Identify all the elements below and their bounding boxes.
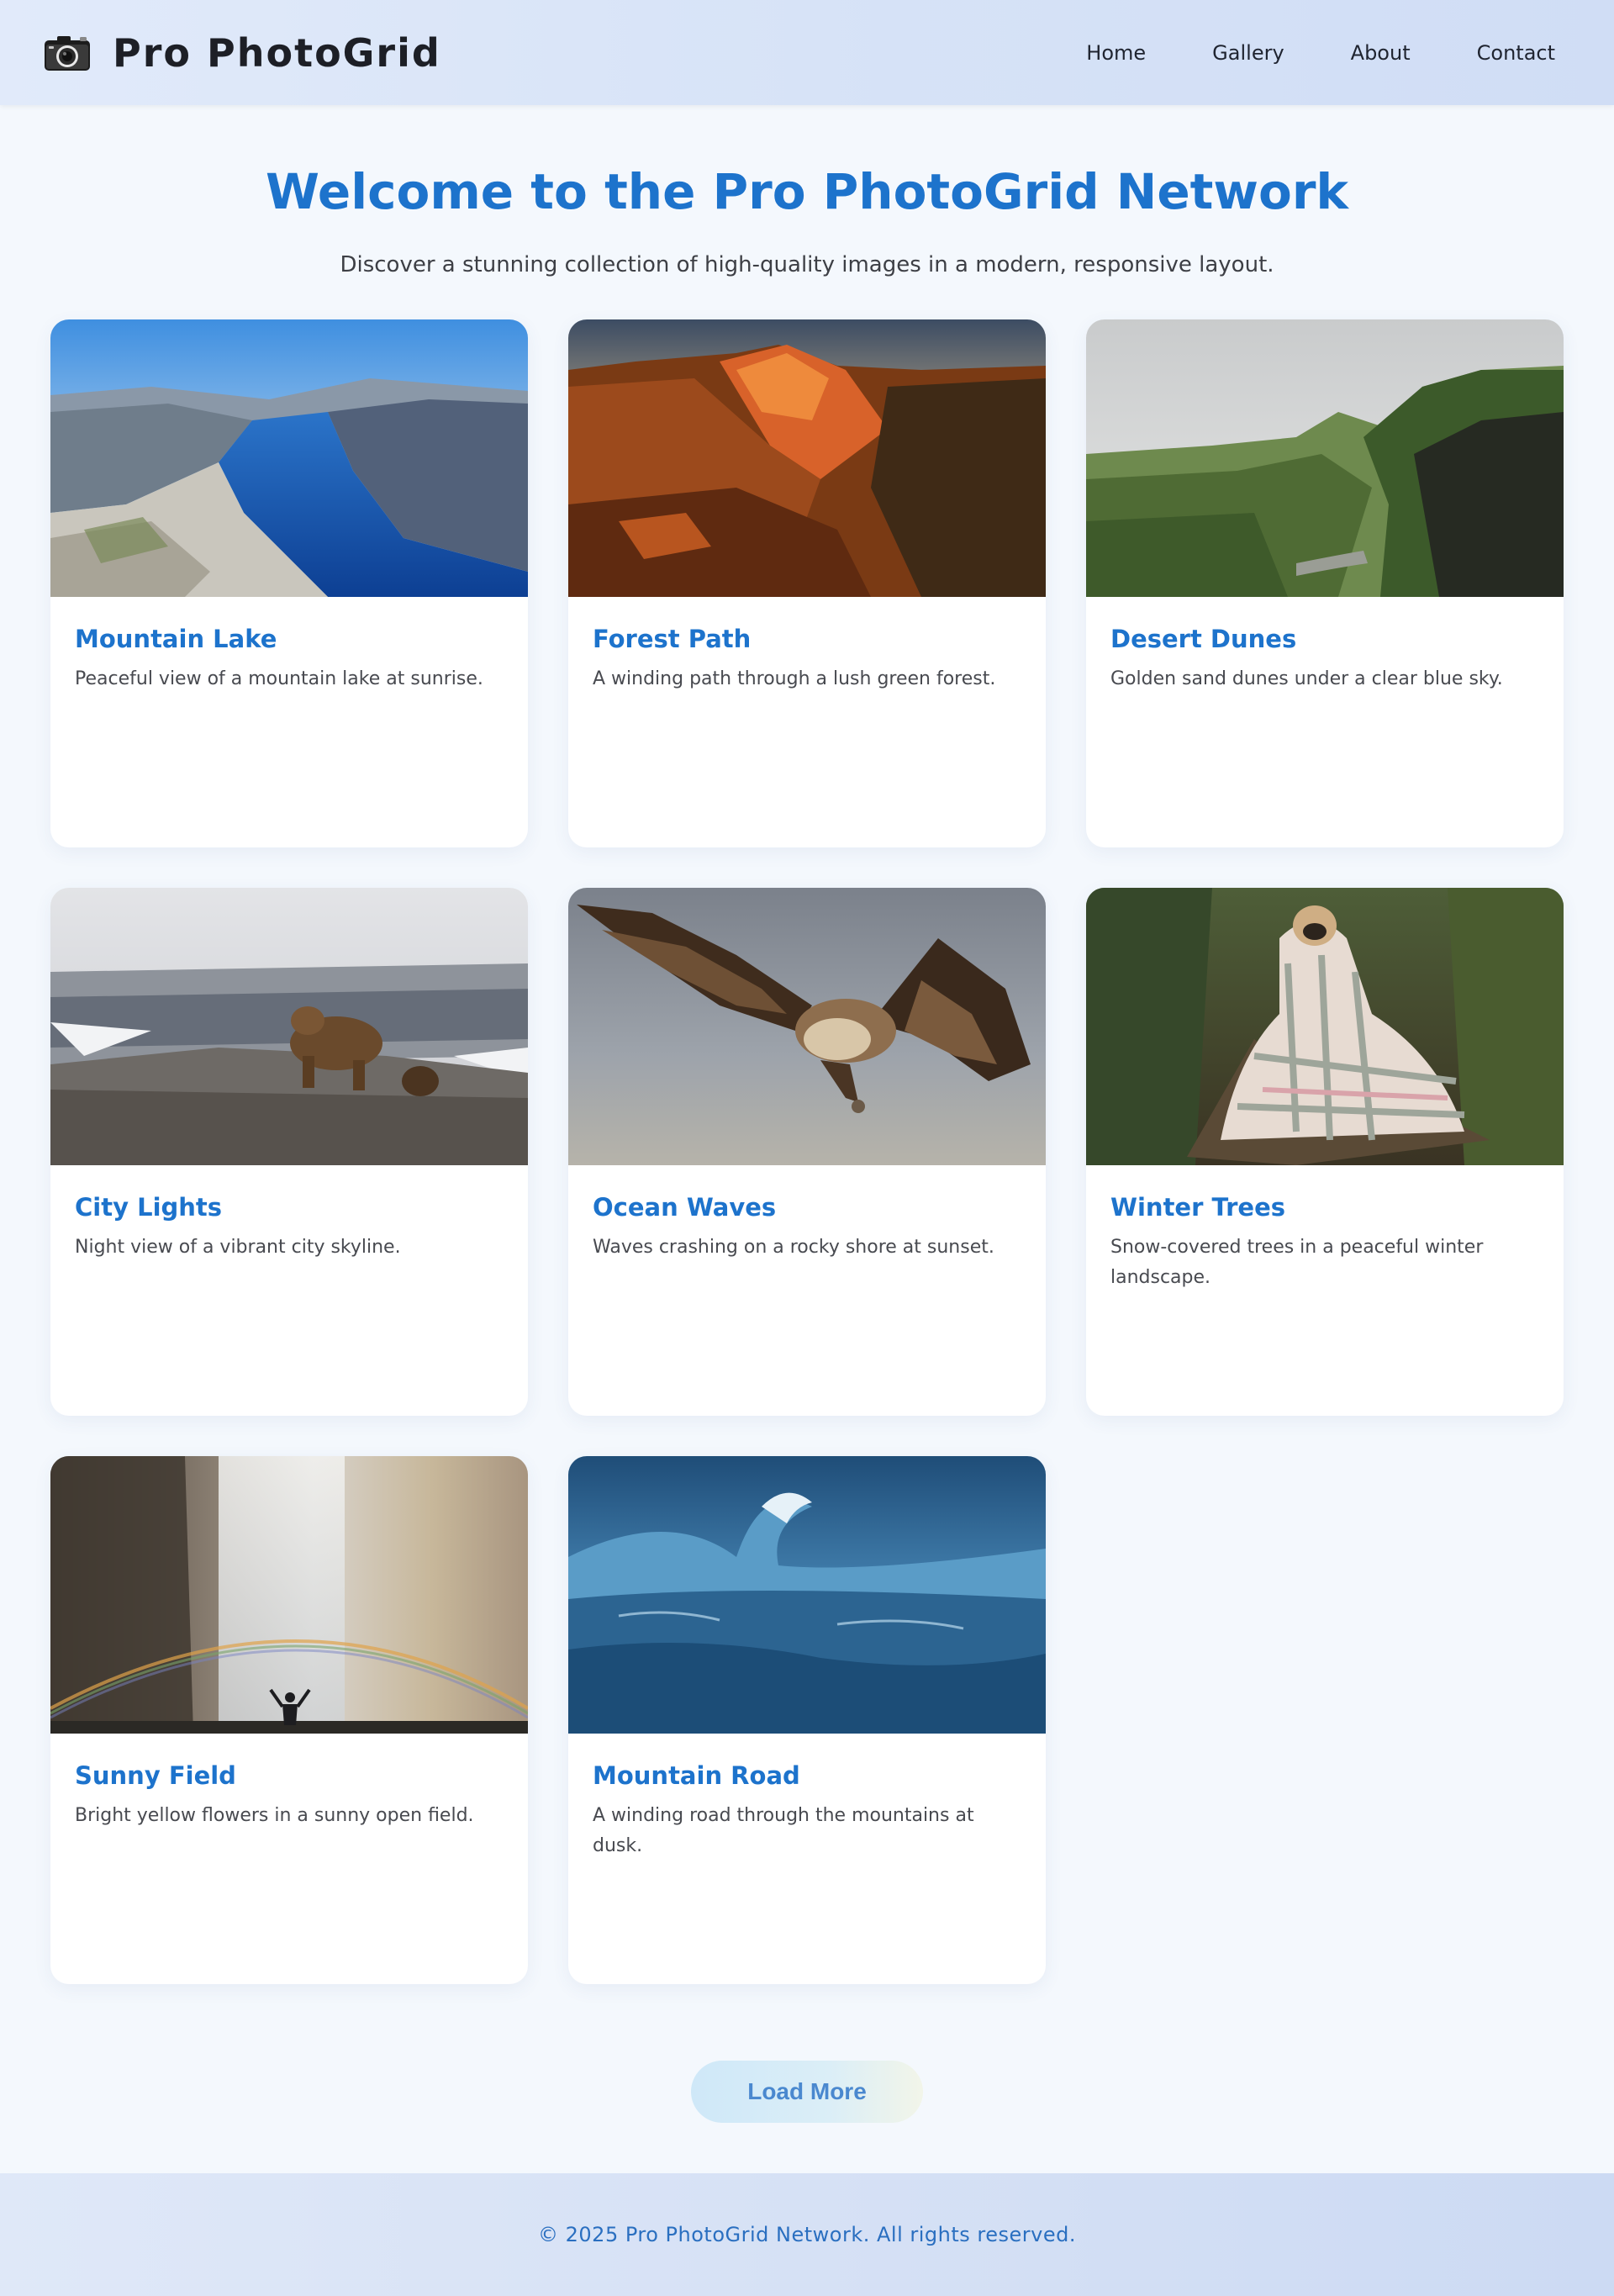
nav-gallery[interactable]: Gallery — [1212, 41, 1284, 65]
photo-card[interactable]: Forest Path A winding path through a lus… — [568, 319, 1046, 847]
card-photo[interactable] — [50, 888, 528, 1165]
nav-home[interactable]: Home — [1086, 41, 1146, 65]
page-subtitle: Discover a stunning collection of high-q… — [340, 252, 1274, 277]
card-title[interactable]: Mountain Lake — [75, 622, 504, 656]
photo-card[interactable]: Winter Trees Snow-covered trees in a pea… — [1086, 888, 1564, 1416]
page-title: Welcome to the Pro PhotoGrid Network — [265, 163, 1348, 220]
card-photo[interactable] — [1086, 888, 1564, 1165]
card-photo[interactable] — [1086, 319, 1564, 597]
camera-icon — [45, 36, 90, 71]
card-photo[interactable] — [568, 319, 1046, 597]
photo-card[interactable]: Mountain Lake Peaceful view of a mountai… — [50, 319, 528, 847]
card-description: Bright yellow flowers in a sunny open fi… — [75, 1805, 474, 1826]
card-description: Golden sand dunes under a clear blue sky… — [1110, 668, 1503, 689]
card-photo[interactable] — [50, 1456, 528, 1734]
card-title[interactable]: Desert Dunes — [1110, 622, 1539, 656]
card-description: Night view of a vibrant city skyline. — [75, 1237, 401, 1258]
footer-copyright: © 2025 Pro PhotoGrid Network. All rights… — [538, 2223, 1076, 2246]
card-title[interactable]: Forest Path — [593, 622, 1021, 656]
nav-contact[interactable]: Contact — [1477, 41, 1555, 65]
photo-card[interactable]: City Lights Night view of a vibrant city… — [50, 888, 528, 1416]
card-description: Snow-covered trees in a peaceful winter … — [1110, 1237, 1484, 1288]
photo-grid: Mountain Lake Peaceful view of a mountai… — [50, 319, 1564, 1984]
card-description: A winding path through a lush green fore… — [593, 668, 996, 689]
card-title[interactable]: Mountain Road — [593, 1759, 1021, 1792]
card-title[interactable]: Ocean Waves — [593, 1190, 1021, 1224]
photo-card[interactable]: Ocean Waves Waves crashing on a rocky sh… — [568, 888, 1046, 1416]
photo-card[interactable]: Mountain Road A winding road through the… — [568, 1456, 1046, 1984]
card-description: Waves crashing on a rocky shore at sunse… — [593, 1237, 994, 1258]
card-photo[interactable] — [568, 888, 1046, 1165]
card-description: Peaceful view of a mountain lake at sunr… — [75, 668, 483, 689]
card-photo[interactable] — [568, 1456, 1046, 1734]
site-header: Pro PhotoGrid Home Gallery About Contact — [0, 0, 1614, 105]
photo-card[interactable]: Sunny Field Bright yellow flowers in a s… — [50, 1456, 528, 1984]
photo-card[interactable]: Desert Dunes Golden sand dunes under a c… — [1086, 319, 1564, 847]
card-description: A winding road through the mountains at … — [593, 1805, 974, 1856]
main-nav: Home Gallery About Contact — [1086, 0, 1555, 105]
logo-text: Pro PhotoGrid — [113, 30, 441, 76]
card-title[interactable]: Winter Trees — [1110, 1190, 1539, 1224]
card-photo[interactable] — [50, 319, 528, 597]
load-more-button[interactable]: Load More — [691, 2061, 923, 2123]
site-footer: © 2025 Pro PhotoGrid Network. All rights… — [0, 2173, 1614, 2296]
site-logo[interactable]: Pro PhotoGrid — [44, 32, 441, 74]
card-title[interactable]: Sunny Field — [75, 1759, 504, 1792]
card-title[interactable]: City Lights — [75, 1190, 504, 1224]
nav-about[interactable]: About — [1351, 41, 1411, 65]
